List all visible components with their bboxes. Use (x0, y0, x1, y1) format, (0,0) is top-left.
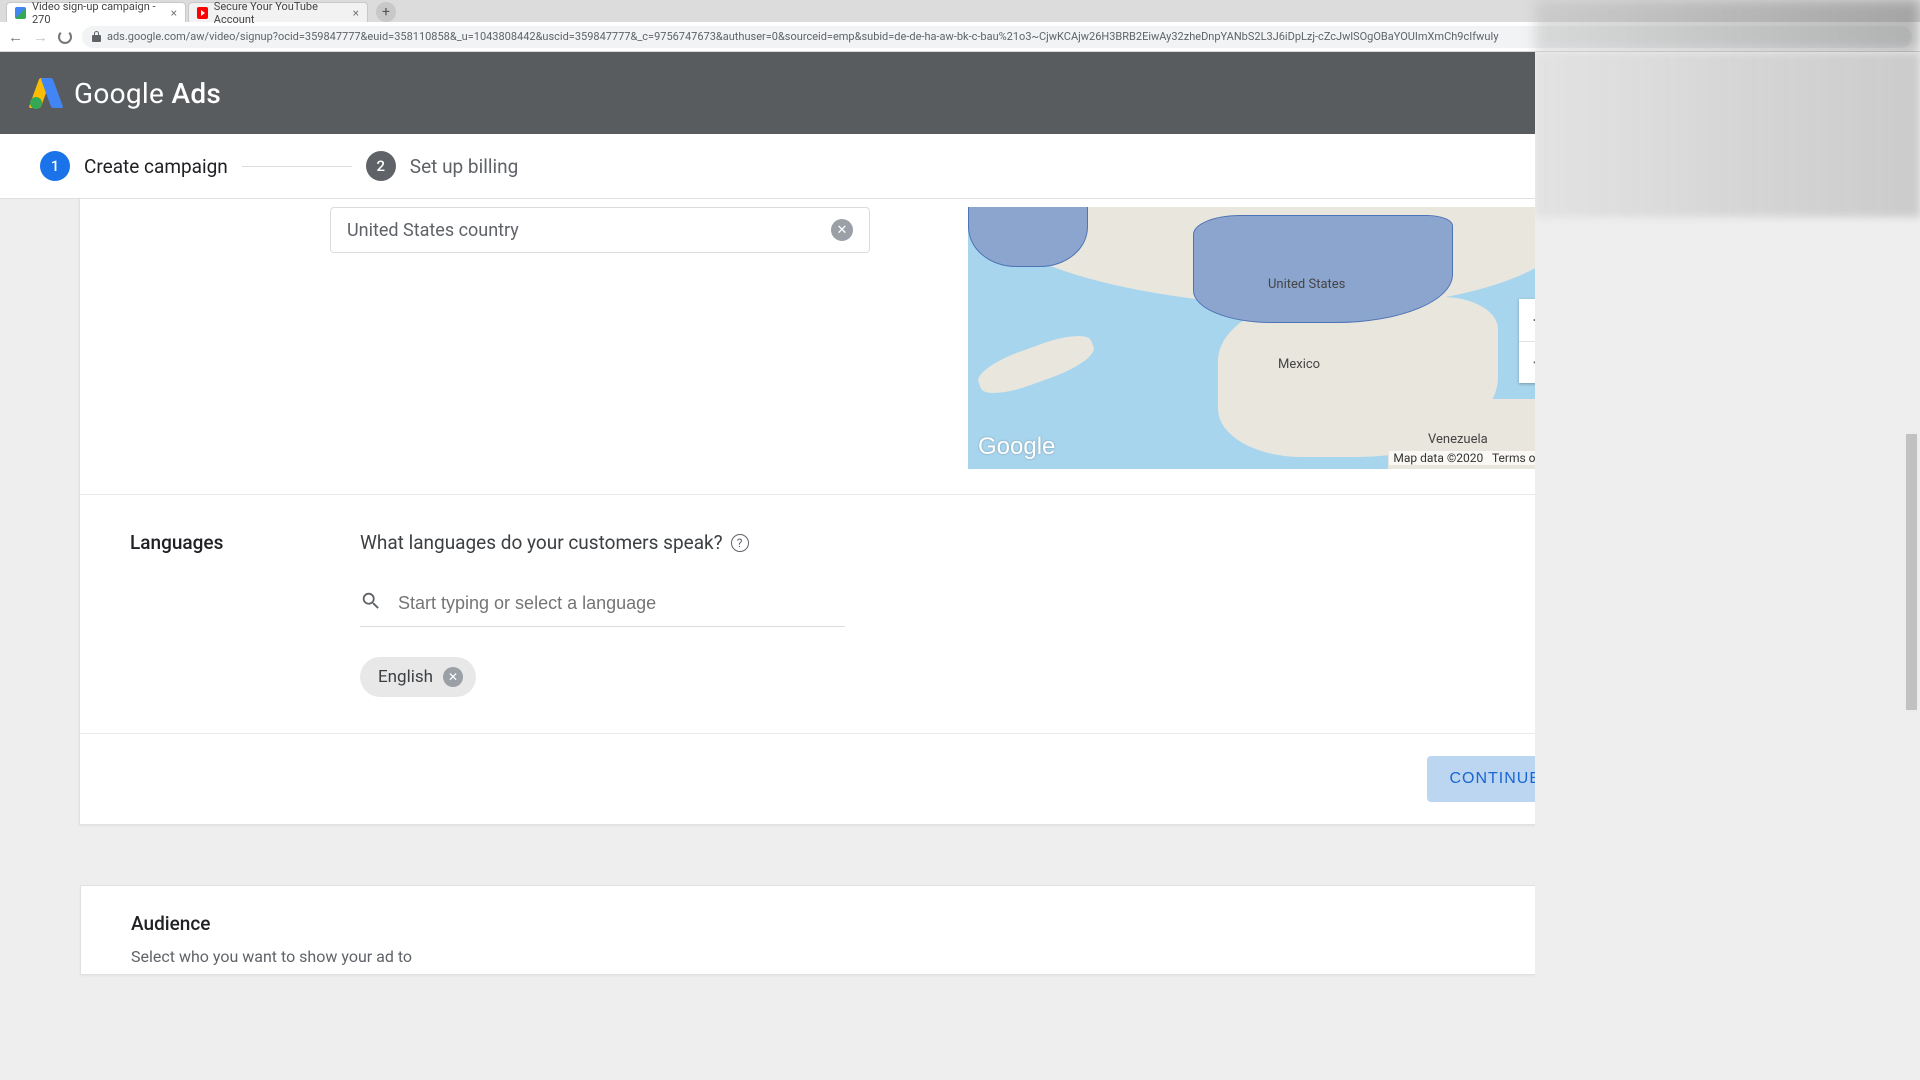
zoom-out-button[interactable]: − (1519, 341, 1535, 383)
close-icon[interactable]: × (353, 6, 359, 20)
browser-tab-1[interactable]: Secure Your YouTube Account × (188, 2, 368, 22)
map-attribution: Map data ©2020 Terms of Use (1389, 451, 1535, 465)
step-label: Create campaign (84, 155, 228, 178)
google-ads-favicon (15, 7, 26, 19)
step-number: 1 (40, 151, 70, 181)
back-icon[interactable]: ← (8, 28, 23, 46)
reload-icon[interactable] (58, 30, 72, 44)
browser-tab-0[interactable]: Video sign-up campaign - 270 × (6, 2, 186, 22)
section-title: Languages (110, 531, 360, 697)
audience-title: Audience (111, 912, 1535, 935)
vertical-scrollbar[interactable] (1904, 432, 1919, 712)
step-2[interactable]: 2 Set up billing (366, 151, 518, 181)
location-languages-card: United States country ✕ United States Me… (79, 199, 1535, 825)
page-body: United States country ✕ United States Me… (0, 199, 1535, 1080)
audience-card: Audience Select who you want to show you… (80, 885, 1535, 975)
map-label-mexico: Mexico (1278, 357, 1320, 372)
close-icon[interactable]: × (171, 6, 177, 20)
page-content: Google Ads 1 Create campaign 2 Set up bi… (0, 52, 1535, 1080)
location-value: United States country (347, 220, 519, 241)
tab-title: Video sign-up campaign - 270 (32, 0, 165, 26)
zoom-in-button[interactable]: + (1519, 299, 1535, 341)
google-ads-logo-icon (30, 78, 62, 108)
map-label-venezuela: Venezuela (1428, 432, 1488, 447)
location-input[interactable]: United States country ✕ (330, 207, 870, 253)
google-map-logo: Google (978, 433, 1055, 461)
chip-label: English (378, 667, 433, 687)
location-section: United States country ✕ United States Me… (80, 229, 1535, 494)
step-label: Set up billing (410, 155, 518, 178)
watermark-overlay (1535, 52, 1920, 217)
languages-question: What languages do your customers speak? … (360, 531, 845, 554)
map-zoom-control: + − (1519, 299, 1535, 383)
help-icon[interactable]: ? (731, 534, 749, 552)
app-header: Google Ads (0, 52, 1535, 134)
url-text: ads.google.com/aw/video/signup?ocid=3598… (107, 30, 1499, 43)
remove-location-icon[interactable]: ✕ (831, 219, 853, 241)
language-input[interactable] (398, 593, 845, 614)
step-1[interactable]: 1 Create campaign (40, 151, 228, 181)
card-actions: CONTINUE (80, 733, 1535, 824)
tab-title: Secure Your YouTube Account (214, 0, 347, 26)
app-title: Google Ads (74, 77, 221, 110)
watermark-overlay (1535, 0, 1920, 52)
continue-button[interactable]: CONTINUE (1427, 756, 1535, 802)
map-label-us: United States (1268, 277, 1345, 292)
audience-subtitle: Select who you want to show your ad to (111, 947, 1535, 966)
step-number: 2 (366, 151, 396, 181)
viewport: Google Ads 1 Create campaign 2 Set up bi… (0, 52, 1920, 1080)
youtube-favicon (197, 7, 208, 19)
location-map[interactable]: United States Mexico Venezuela + − Googl… (968, 207, 1535, 469)
remove-chip-icon[interactable]: ✕ (443, 667, 463, 687)
languages-section: Languages What languages do your custome… (80, 494, 1535, 733)
step-connector (242, 166, 352, 167)
campaign-stepper: 1 Create campaign 2 Set up billing (0, 134, 1535, 199)
language-search[interactable] (360, 590, 845, 627)
terms-link[interactable]: Terms of Use (1492, 451, 1535, 465)
language-chip-english: English ✕ (360, 657, 476, 697)
forward-icon[interactable]: → (33, 28, 48, 46)
lock-icon (92, 31, 101, 42)
search-icon (360, 590, 382, 616)
new-tab-button[interactable]: + (376, 2, 396, 22)
